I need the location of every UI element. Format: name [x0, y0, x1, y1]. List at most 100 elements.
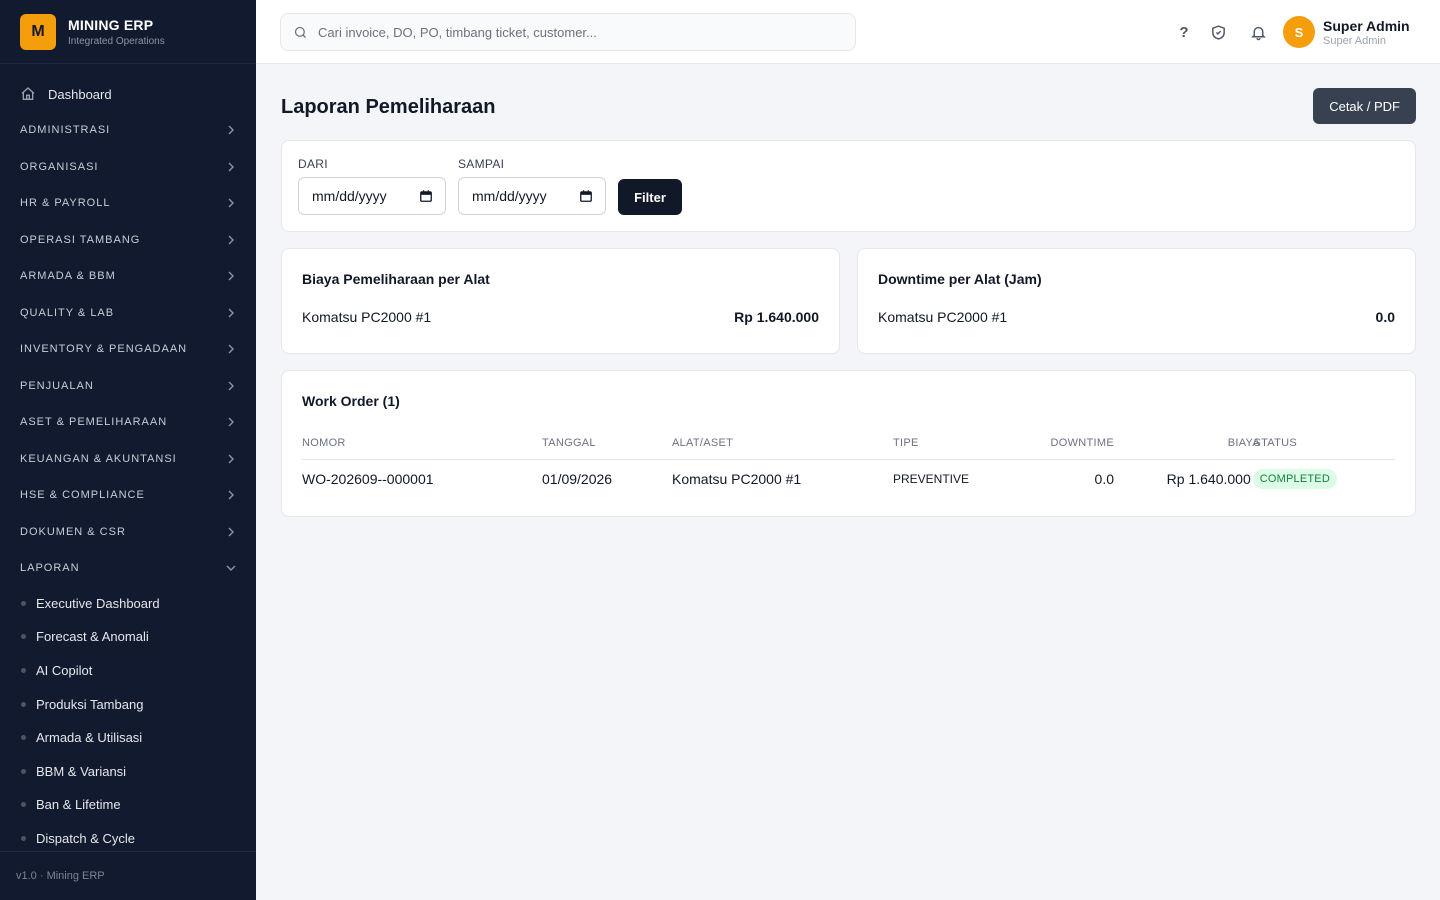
- equipment-name: Komatsu PC2000 #1: [878, 309, 1008, 325]
- sidebar-item-label: BBM & Variansi: [36, 763, 127, 779]
- sidebar-section-hr-payroll[interactable]: HR & PAYROLL: [0, 185, 256, 222]
- downtime-per-equipment-card: Downtime per Alat (Jam) Komatsu PC2000 #…: [857, 248, 1416, 354]
- bullet-icon: [21, 667, 26, 673]
- sidebar-item-armada-utilisasi[interactable]: Armada & Utilisasi: [0, 721, 256, 755]
- brand[interactable]: M MINING ERP Integrated Operations: [0, 0, 256, 64]
- section-label: ARMADA & BBM: [20, 270, 116, 283]
- calendar-icon[interactable]: [579, 189, 593, 203]
- topbar: ? S Super Admin Super Admin: [256, 0, 1440, 64]
- sidebar-item-label: Dispatch & Cycle: [36, 830, 135, 846]
- sidebar-section-organisasi[interactable]: ORGANISASI: [0, 149, 256, 186]
- sidebar-item-ai-copilot[interactable]: AI Copilot: [0, 654, 256, 688]
- bullet-icon: [21, 600, 26, 606]
- section-label: INVENTORY & PENGADAAN: [20, 343, 188, 356]
- list-item: Komatsu PC2000 #1 Rp 1.640.000: [302, 309, 819, 325]
- bell-icon[interactable]: [1246, 20, 1270, 44]
- sidebar-section-quality-lab[interactable]: QUALITY & LAB: [0, 295, 256, 332]
- bullet-icon: [21, 735, 26, 741]
- sidebar-item-bbm-variansi[interactable]: BBM & Variansi: [0, 754, 256, 788]
- to-date-value: mm/dd/yyyy: [472, 188, 547, 204]
- table-row[interactable]: WO-202609--000001 01/09/2026 Komatsu PC2…: [302, 460, 1395, 498]
- from-field: DARI mm/dd/yyyy: [298, 157, 446, 215]
- sidebar-item-label: Dashboard: [48, 86, 112, 102]
- status-badge: COMPLETED: [1252, 469, 1337, 489]
- sidebar-item-produksi-tambang[interactable]: Produksi Tambang: [0, 687, 256, 721]
- chevron-right-icon: [228, 454, 234, 464]
- sidebar-section-armada-bbm[interactable]: ARMADA & BBM: [0, 258, 256, 295]
- home-icon: [21, 87, 35, 100]
- sidebar-section-laporan[interactable]: LAPORAN: [0, 550, 256, 587]
- section-label: QUALITY & LAB: [20, 306, 115, 319]
- calendar-icon[interactable]: [419, 189, 433, 203]
- cost-value: Rp 1.640.000: [734, 309, 819, 325]
- section-label: PENJUALAN: [20, 379, 94, 392]
- cost-per-equipment-card: Biaya Pemeliharaan per Alat Komatsu PC20…: [281, 248, 840, 354]
- sidebar-item-label: Armada & Utilisasi: [36, 730, 143, 746]
- section-label: ORGANISASI: [20, 160, 99, 173]
- sidebar-section-dokumen-csr[interactable]: DOKUMEN & CSR: [0, 514, 256, 551]
- cell-biaya: Rp 1.640.000: [1166, 471, 1251, 487]
- bullet-icon: [21, 634, 26, 640]
- sidebar-item-label: Executive Dashboard: [36, 595, 160, 611]
- cell-tanggal: 01/09/2026: [542, 471, 613, 487]
- column-header-downtime[interactable]: DOWNTIME: [1050, 427, 1114, 459]
- help-icon[interactable]: ?: [1172, 20, 1196, 44]
- sidebar-item-dashboard[interactable]: Dashboard: [0, 76, 256, 112]
- bullet-icon: [21, 768, 26, 774]
- sidebar-section-operasi-tambang[interactable]: OPERASI TAMBANG: [0, 222, 256, 259]
- bullet-icon: [21, 701, 26, 707]
- section-label: HR & PAYROLL: [20, 197, 111, 210]
- table-header: NOMOR TANGGAL ALAT/ASET TIPE DOWNTIME BI…: [302, 427, 1395, 460]
- user-role: Super Admin: [1323, 34, 1386, 47]
- page-title: Laporan Pemeliharaan: [281, 96, 496, 118]
- shield-check-icon[interactable]: [1206, 20, 1230, 44]
- column-header-alat[interactable]: ALAT/ASET: [672, 427, 733, 459]
- sidebar-item-label: Produksi Tambang: [36, 696, 144, 712]
- chevron-down-icon: [226, 565, 236, 572]
- sidebar-item-executive-dashboard[interactable]: Executive Dashboard: [0, 587, 256, 621]
- user-name: Super Admin: [1323, 17, 1410, 34]
- chevron-right-icon: [228, 417, 234, 427]
- section-label: ADMINISTRASI: [20, 124, 111, 137]
- sidebar-item-ban-lifetime[interactable]: Ban & Lifetime: [0, 788, 256, 822]
- print-pdf-button[interactable]: Cetak / PDF: [1313, 88, 1416, 124]
- sidebar-nav: Dashboard ADMINISTRASI ORGANISASI HR & P…: [0, 64, 256, 855]
- section-label: DOKUMEN & CSR: [20, 525, 126, 538]
- user-menu[interactable]: S Super Admin Super Admin: [1283, 16, 1410, 48]
- sidebar-footer: v1.0 · Mining ERP: [0, 851, 256, 900]
- filter-card: DARI mm/dd/yyyy SAMPAI mm/dd/yyyy Filter: [281, 140, 1416, 232]
- equipment-name: Komatsu PC2000 #1: [302, 309, 432, 325]
- column-header-tanggal[interactable]: TANGGAL: [542, 427, 596, 459]
- section-label: LAPORAN: [20, 562, 80, 575]
- card-title: Work Order (1): [302, 393, 400, 409]
- column-header-tipe[interactable]: TIPE: [893, 427, 919, 459]
- section-label: OPERASI TAMBANG: [20, 233, 141, 246]
- sidebar-section-hse-compliance[interactable]: HSE & COMPLIANCE: [0, 477, 256, 514]
- sidebar-item-label: AI Copilot: [36, 662, 93, 678]
- chevron-right-icon: [228, 271, 234, 281]
- to-label: SAMPAI: [458, 157, 505, 171]
- from-date-input[interactable]: mm/dd/yyyy: [298, 177, 446, 215]
- sidebar-section-keuangan-akuntansi[interactable]: KEUANGAN & AKUNTANSI: [0, 441, 256, 478]
- sidebar-section-penjualan[interactable]: PENJUALAN: [0, 368, 256, 405]
- search-input[interactable]: [318, 24, 838, 40]
- bullet-icon: [21, 802, 26, 808]
- to-date-input[interactable]: mm/dd/yyyy: [458, 177, 606, 215]
- list-item: Komatsu PC2000 #1 0.0: [878, 309, 1395, 325]
- cell-alat: Komatsu PC2000 #1: [672, 471, 802, 487]
- sidebar-section-aset-pemeliharaan[interactable]: ASET & PEMELIHARAAN: [0, 404, 256, 441]
- column-header-nomor[interactable]: NOMOR: [302, 427, 346, 459]
- column-header-status[interactable]: STATUS: [1253, 427, 1297, 459]
- chevron-right-icon: [228, 198, 234, 208]
- from-date-value: mm/dd/yyyy: [312, 188, 387, 204]
- section-label: KEUANGAN & AKUNTANSI: [20, 452, 177, 465]
- chevron-right-icon: [228, 381, 234, 391]
- search-box[interactable]: [280, 13, 856, 51]
- from-label: DARI: [298, 157, 328, 171]
- filter-button[interactable]: Filter: [618, 179, 682, 215]
- card-title: Downtime per Alat (Jam): [878, 271, 1042, 287]
- avatar: S: [1283, 16, 1315, 48]
- sidebar-section-inventory-pengadaan[interactable]: INVENTORY & PENGADAAN: [0, 331, 256, 368]
- sidebar-section-administrasi[interactable]: ADMINISTRASI: [0, 112, 256, 149]
- sidebar-item-forecast-anomali[interactable]: Forecast & Anomali: [0, 620, 256, 654]
